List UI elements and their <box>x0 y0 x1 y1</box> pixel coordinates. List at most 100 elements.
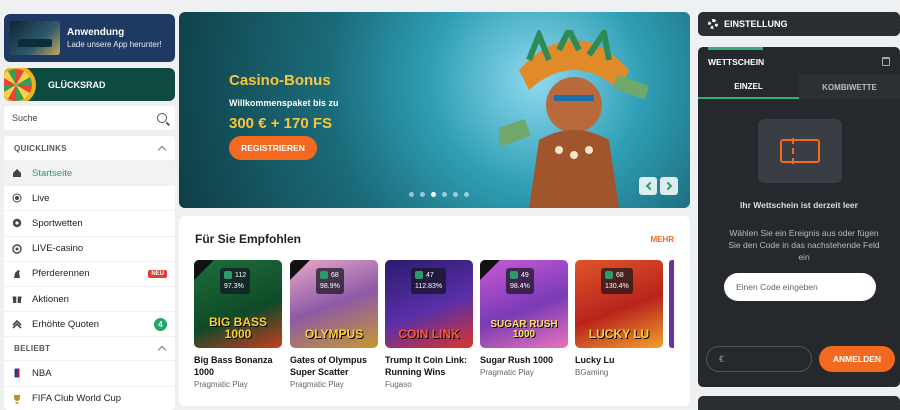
banner-subtitle: Willkommenspaket bis zu <box>229 98 339 108</box>
sidebar-item-aktionen[interactable]: Aktionen <box>4 285 175 311</box>
chip-icon <box>12 243 22 254</box>
sidebar-item-label: NBA <box>32 367 52 379</box>
popular-heading: BELIEBT <box>14 344 51 354</box>
sidebar-item-live-casino[interactable]: LIVE-casino <box>4 235 175 261</box>
prev-arrow-button[interactable] <box>639 177 657 195</box>
aztec-warrior-illustration <box>499 30 649 208</box>
game-name: Big Bass Bonanza 1000 <box>194 355 273 377</box>
sidebar-menu: QUICKLINKS Startseite Live Sportwetten L… <box>4 136 175 410</box>
chevron-up-icon[interactable] <box>157 145 167 154</box>
rtp-value: 98.4% <box>510 283 530 290</box>
carousel-dot[interactable] <box>420 192 425 197</box>
search-input[interactable] <box>12 113 142 123</box>
quicklinks-header[interactable]: QUICKLINKS <box>4 136 175 160</box>
carousel-dot-active[interactable] <box>431 192 436 197</box>
game-name: Trump It Coin Link: Running Wins <box>385 355 467 377</box>
count-badge: 4 <box>154 317 167 331</box>
players-count: 47 <box>426 272 434 279</box>
game-name: Lucky Lu <box>575 355 615 365</box>
sidebar-item-label: LIVE-casino <box>32 243 84 255</box>
lucky-wheel-card[interactable]: GLÜCKSRAD <box>4 68 175 101</box>
login-button[interactable]: ANMELDEN <box>819 346 895 372</box>
chevron-up-icon[interactable] <box>157 346 167 355</box>
sidebar-item-nba[interactable]: NBA <box>4 360 175 385</box>
settings-button[interactable]: EINSTELLUNG <box>698 12 900 36</box>
new-badge: NEU <box>148 269 167 278</box>
rtp-value: 98.9% <box>320 283 340 290</box>
currency-symbol: € <box>719 354 725 364</box>
sidebar-item-startseite[interactable]: Startseite <box>4 160 175 186</box>
rtp-value: 130.4% <box>605 283 629 290</box>
game-card[interactable]: 49 98.4% SUGAR RUSH 1000 Sugar Rush 1000 … <box>480 260 568 377</box>
more-link[interactable]: MEHR <box>650 235 674 244</box>
game-card[interactable]: 112 97.3% BIG BASS 1000 Big Bass Bonanza … <box>194 260 282 389</box>
betslip-accent-bar <box>708 47 763 50</box>
players-icon <box>415 271 423 280</box>
carousel-dot[interactable] <box>453 192 458 197</box>
game-logo: COIN LINK <box>398 327 460 341</box>
tab-kombiwette[interactable]: KOMBIWETTE <box>799 75 900 99</box>
horse-icon <box>14 269 20 278</box>
code-input[interactable] <box>724 273 876 301</box>
chevron-left-icon <box>645 181 654 191</box>
carousel-dot[interactable] <box>442 192 447 197</box>
game-thumbnail: 68 98.9% OLYMPUS <box>290 260 378 348</box>
trash-icon[interactable] <box>882 57 890 66</box>
stake-field[interactable]: € <box>706 346 812 372</box>
bottom-panel-edge <box>698 396 900 410</box>
sidebar-item-fifa-club-world-cup[interactable]: FIFA Club World Cup <box>4 385 175 410</box>
chevron-right-icon <box>663 181 672 191</box>
game-logo: BIG BASS 1000 <box>208 315 267 341</box>
carousel-arrows <box>639 177 678 195</box>
sidebar-item-label: Erhöhte Quoten <box>32 318 100 330</box>
corner-ribbon <box>480 260 500 280</box>
players-count: 49 <box>521 272 529 279</box>
quicklinks-heading: QUICKLINKS <box>14 143 67 153</box>
sidebar-item-erhoehte-quoten[interactable]: Erhöhte Quoten 4 <box>4 311 175 336</box>
nba-icon <box>14 368 20 378</box>
game-logo: OLYMPUS <box>304 327 364 341</box>
boost-icon <box>12 320 22 329</box>
next-arrow-button[interactable] <box>660 177 678 195</box>
casino-bonus-banner[interactable]: Casino-Bonus Willkommenspaket bis zu 300… <box>179 12 690 208</box>
carousel-dot[interactable] <box>409 192 414 197</box>
live-icon <box>12 193 22 203</box>
game-card[interactable]: 68 98.9% OLYMPUS Gates of Olympus Super S… <box>290 260 378 389</box>
next-game-card-edge[interactable] <box>669 260 674 348</box>
tab-einzel[interactable]: EINZEL <box>698 75 799 99</box>
banner-title: Casino-Bonus <box>229 72 331 89</box>
players-icon <box>510 271 518 280</box>
sidebar-item-label: Startseite <box>32 167 73 179</box>
search-icon[interactable] <box>157 113 167 123</box>
recommended-section: Für Sie Empfohlen MEHR 112 97.3% BIG BASS… <box>179 216 690 406</box>
home-icon <box>13 169 21 178</box>
wheel-label: GLÜCKSRAD <box>48 79 106 90</box>
sidebar-item-pferderennen[interactable]: Pferderennen NEU <box>4 260 175 286</box>
rtp-value: 112.83% <box>415 283 443 290</box>
popular-header[interactable]: BELIEBT <box>4 336 175 360</box>
players-icon <box>224 271 232 280</box>
banner-amount: 300 € + 170 FS <box>229 115 332 132</box>
game-stats: 47 112.83% <box>411 268 447 294</box>
app-title: Anwendung <box>67 27 125 38</box>
players-count: 68 <box>616 272 624 279</box>
game-provider: Fugaso <box>385 380 412 389</box>
register-button[interactable]: REGISTRIEREN <box>229 136 317 160</box>
sidebar-item-label: Sportwetten <box>32 217 83 229</box>
game-stats: 68 130.4% <box>601 268 633 294</box>
app-download-card[interactable]: Anwendung Lade unsere App herunter! <box>4 14 175 62</box>
app-thumbnail <box>10 21 60 55</box>
game-thumbnail: 47 112.83% COIN LINK <box>385 260 473 348</box>
sidebar-item-live[interactable]: Live <box>4 185 175 210</box>
sidebar-item-sportwetten[interactable]: Sportwetten <box>4 210 175 235</box>
game-thumbnail: 49 98.4% SUGAR RUSH 1000 <box>480 260 568 348</box>
sidebar-item-label: Live <box>32 192 50 204</box>
gear-icon <box>708 19 718 29</box>
carousel-dot[interactable] <box>464 192 469 197</box>
game-card[interactable]: 47 112.83% COIN LINK Trump It Coin Link: … <box>385 260 473 389</box>
wheel-icon <box>4 68 36 101</box>
game-card[interactable]: 68 130.4% LUCKY LU Lucky Lu BGaming <box>575 260 663 377</box>
search-box[interactable] <box>4 106 175 130</box>
soccer-ball-icon <box>12 219 22 228</box>
corner-ribbon <box>290 260 310 280</box>
